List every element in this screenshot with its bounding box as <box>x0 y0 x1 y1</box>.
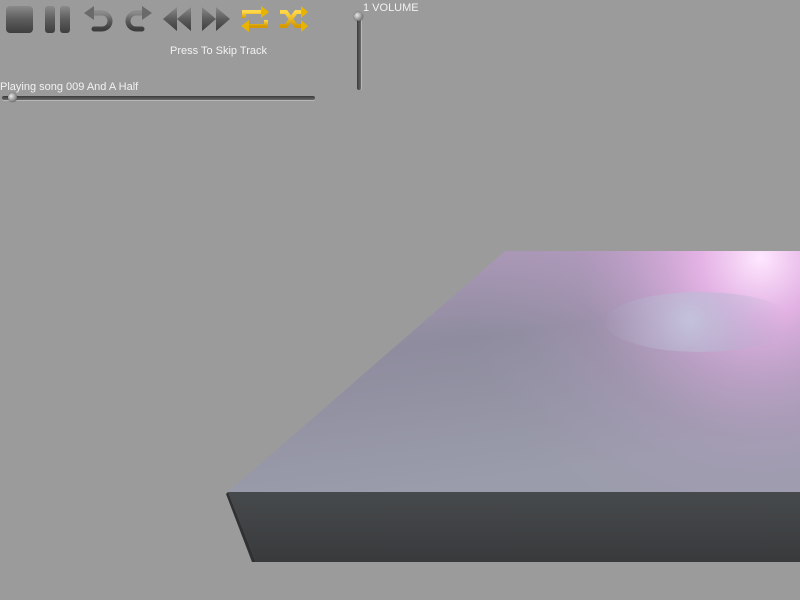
fast-forward-icon <box>202 7 230 31</box>
pause-button[interactable] <box>42 4 74 34</box>
stop-icon <box>6 6 33 33</box>
pause-icon <box>45 6 70 33</box>
undo-icon <box>84 6 113 32</box>
repeat-button[interactable] <box>239 4 271 34</box>
volume-label: 1 VOLUME <box>363 2 419 14</box>
now-playing-label: Playing song 009 And A Half <box>0 81 139 93</box>
redo-icon <box>125 6 152 32</box>
rewind-icon <box>163 7 191 31</box>
rewind-button[interactable] <box>161 4 193 34</box>
volume-slider[interactable] <box>354 12 363 90</box>
skip-track-hint: Press To Skip Track <box>170 45 267 57</box>
shuffle-button[interactable] <box>278 4 310 34</box>
media-player-scene: Press To Skip Track Playing song 009 And… <box>0 0 800 600</box>
stop-button[interactable] <box>4 4 36 34</box>
shuffle-icon <box>280 6 308 32</box>
fast-forward-button[interactable] <box>200 4 232 34</box>
undo-button[interactable] <box>82 4 114 34</box>
track-progress-slider[interactable] <box>2 93 315 102</box>
repeat-icon <box>241 6 269 32</box>
platform-top-glow <box>228 251 800 492</box>
redo-button[interactable] <box>122 4 154 34</box>
platform-side-face <box>228 492 800 562</box>
platform-spot-glow <box>605 292 795 352</box>
volume-slider-thumb[interactable] <box>354 12 363 21</box>
